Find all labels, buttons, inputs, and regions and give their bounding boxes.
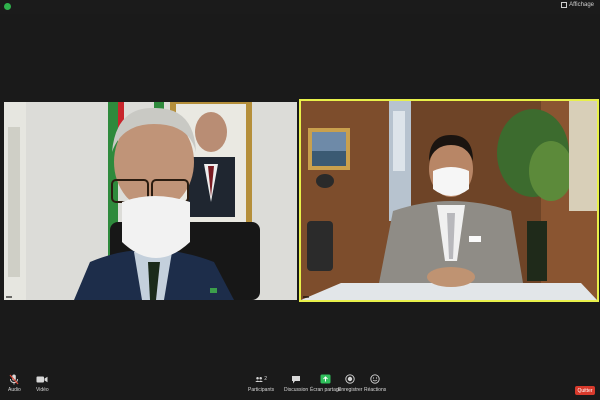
top-bar: Affichage — [0, 0, 600, 14]
audio-button[interactable]: Audio — [8, 373, 21, 393]
chat-label: Discussion — [284, 387, 309, 393]
view-label: Affichage — [569, 2, 594, 8]
video-button[interactable]: Vidéo — [36, 373, 49, 393]
video-label: Vidéo — [36, 387, 49, 393]
camera-icon — [36, 373, 48, 385]
participant-video-tile[interactable] — [4, 102, 297, 300]
grid-view-icon — [561, 2, 568, 8]
participants-label: Participants — [248, 387, 275, 393]
meeting-toolbar: Audio Vidéo 2 Participants Discussion Éc… — [0, 370, 600, 400]
record-icon — [344, 373, 356, 385]
audio-label: Audio — [8, 387, 21, 393]
participant-video-feed — [4, 102, 297, 300]
microphone-muted-icon — [8, 373, 20, 385]
reactions-smiley-icon — [369, 373, 381, 385]
participants-count: 2 — [264, 376, 268, 382]
active-speaker-video-feed — [301, 101, 597, 300]
participant-name-tag — [303, 296, 309, 298]
active-speaker-video-tile[interactable] — [301, 101, 597, 300]
share-screen-label: Écran partagé — [310, 387, 342, 393]
record-button[interactable]: Enregistrer — [338, 373, 362, 393]
reactions-label: Réactions — [364, 387, 387, 393]
participants-icon: 2 — [255, 373, 267, 385]
record-label: Enregistrer — [338, 387, 363, 393]
security-shield-icon[interactable] — [4, 3, 11, 10]
participant-name-tag — [6, 296, 12, 298]
leave-meeting-button[interactable]: Quitter — [575, 386, 595, 395]
share-screen-button[interactable]: Écran partagé — [310, 373, 341, 393]
share-screen-icon — [320, 373, 332, 385]
view-toggle[interactable]: Affichage — [561, 2, 594, 8]
video-stage — [0, 14, 600, 370]
participants-button[interactable]: 2 Participants — [248, 373, 274, 393]
reactions-button[interactable]: Réactions — [364, 373, 386, 393]
chat-bubble-icon — [290, 373, 302, 385]
chat-button[interactable]: Discussion — [284, 373, 308, 393]
